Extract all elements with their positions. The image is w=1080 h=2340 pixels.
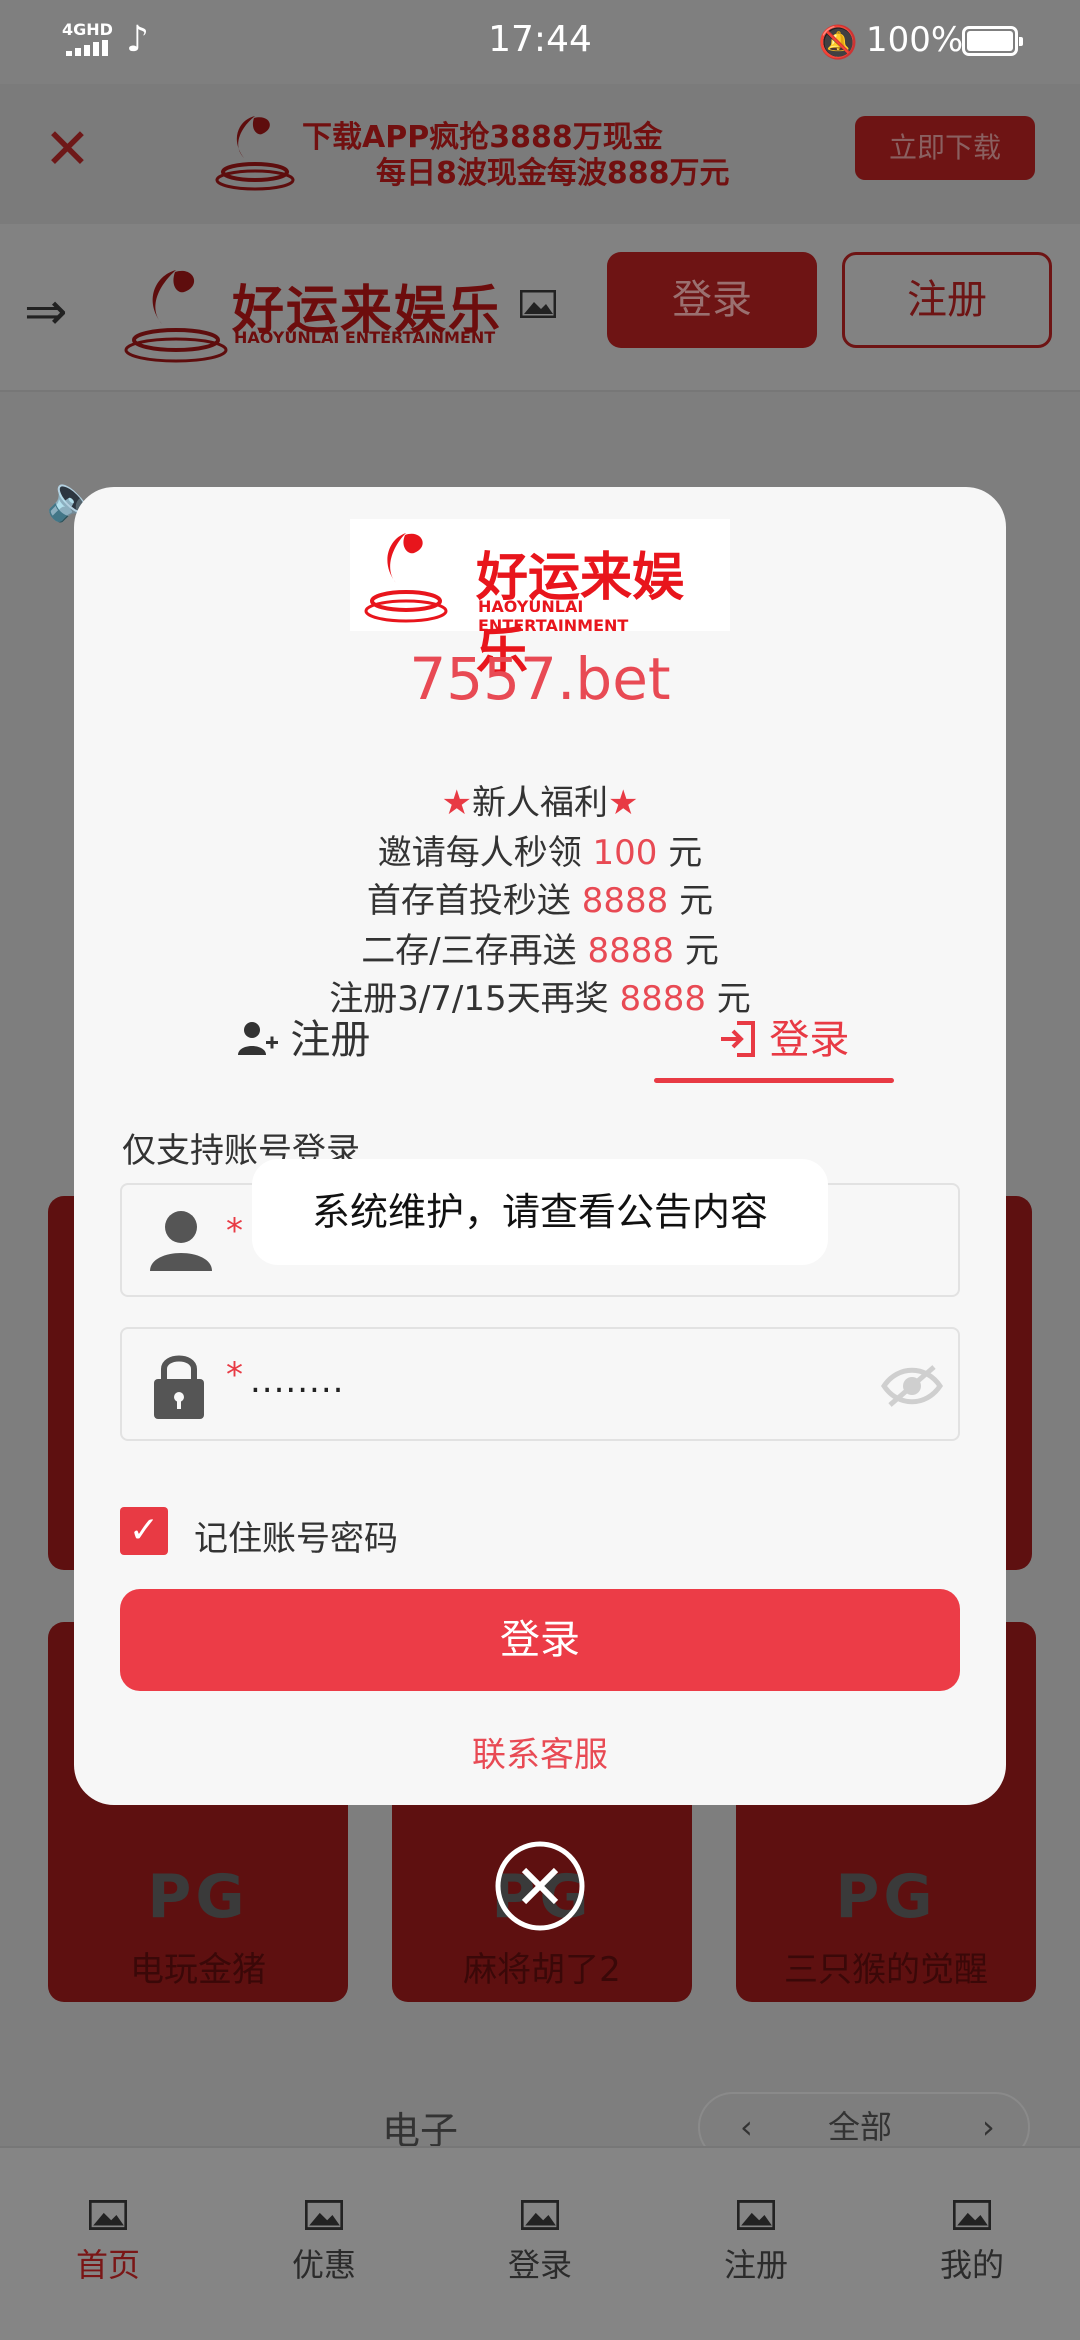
promo-line: 首存首投秒送 8888 元: [366, 881, 714, 921]
tab-label: 优惠: [291, 2246, 356, 2284]
battery-icon: [962, 26, 1023, 56]
required-mark: *: [226, 1211, 243, 1251]
star-icon: ★: [441, 783, 472, 823]
promo-title: ★新人福利★: [441, 783, 639, 823]
tab-mine[interactable]: 我的: [902, 2200, 1042, 2286]
tab-label: 我的: [939, 2246, 1004, 2284]
tab-home[interactable]: 首页: [38, 2200, 178, 2286]
tab-register[interactable]: 注册: [686, 2200, 826, 2286]
tab-promotions[interactable]: 优惠: [254, 2200, 394, 2286]
maintenance-toast: 系统维护，请查看公告内容: [252, 1159, 828, 1265]
close-modal-icon[interactable]: [494, 1840, 586, 1932]
brand-logo-icon: [124, 270, 228, 363]
game-name: 三只猴的觉醒: [784, 1950, 988, 1990]
download-banner: ✕ 下载APP疯抢3888万现金 每日8波现金每波888万元 立即下载: [0, 84, 1080, 224]
bottom-tab-bar: 首页 优惠 登录 注册 我的: [0, 2146, 1080, 2340]
tab-label: 登录: [507, 2246, 572, 2284]
login-modal: 好运来娱乐 HAOYUNLAI ENTERTAINMENT 7557.bet ★…: [74, 487, 1006, 1805]
banner-line-2: 每日8波现金每波888万元: [376, 156, 730, 191]
bell-muted-icon: 🔕: [818, 23, 858, 61]
add-user-icon: [237, 1022, 278, 1055]
image-placeholder-icon: [89, 2200, 127, 2230]
promo-line: 二存/三存再送 8888 元: [361, 931, 719, 971]
required-mark: *: [226, 1355, 243, 1395]
tab-label: 注册: [723, 2246, 788, 2284]
modal-logo: 好运来娱乐 HAOYUNLAI ENTERTAINMENT: [350, 519, 730, 683]
password-value: ........: [250, 1361, 345, 1401]
password-field[interactable]: * ........: [120, 1327, 960, 1441]
brand-logo-icon: [364, 533, 448, 623]
top-nav: ⇒ 好运来娱乐 HAOYUNLAI ENTERTAINMENT 登录 注册: [0, 224, 1080, 392]
tab-login[interactable]: 登录: [470, 2200, 610, 2286]
eye-hidden-icon[interactable]: [880, 1361, 944, 1411]
game-name: 电玩金猪: [130, 1950, 266, 1990]
tab-login-label: 登录: [769, 1017, 850, 1063]
sign-in-icon: [720, 1021, 755, 1057]
remember-checkbox[interactable]: ✓: [120, 1507, 168, 1555]
tab-register-label: 注册: [290, 1017, 371, 1063]
modal-brand-subtitle: HAOYUNLAI ENTERTAINMENT: [478, 597, 629, 635]
image-placeholder-icon: [520, 290, 556, 318]
koi-logo-icon: [215, 116, 295, 191]
brand-subtitle: HAOYUNLAI ENTERTAINMENT: [234, 328, 496, 347]
site-domain: 7557.bet: [409, 645, 671, 713]
promo-line: 邀请每人秒领 100 元: [377, 833, 703, 873]
game-badge: PG: [147, 1862, 249, 1932]
lock-icon: [154, 1355, 204, 1419]
tab-register[interactable]: 注册: [154, 1005, 454, 1095]
battery-percent: 100%: [866, 20, 964, 60]
contact-support-link[interactable]: 联系客服: [74, 1727, 1006, 1776]
star-icon: ★: [608, 783, 639, 823]
game-name: 麻将胡了2: [463, 1950, 621, 1990]
active-tab-indicator: [654, 1078, 894, 1083]
download-now-button[interactable]: 立即下载: [855, 116, 1035, 180]
image-placeholder-icon: [305, 2200, 343, 2230]
game-badge: PG: [835, 1862, 937, 1932]
image-placeholder-icon: [737, 2200, 775, 2230]
login-submit-button[interactable]: 登录: [120, 1589, 960, 1691]
image-placeholder-icon: [953, 2200, 991, 2230]
tab-label: 首页: [75, 2246, 140, 2284]
menu-arrow-icon[interactable]: ⇒: [24, 286, 68, 338]
remember-label[interactable]: 记住账号密码: [194, 1511, 398, 1560]
status-bar: 4GHD ♪ 17:44 🔕 100%: [0, 0, 1080, 84]
header-register-button[interactable]: 注册: [842, 252, 1052, 348]
image-placeholder-icon: [521, 2200, 559, 2230]
auth-tabs: 注册 登录: [74, 1005, 1006, 1095]
user-icon: [150, 1211, 212, 1271]
tab-login[interactable]: 登录: [634, 1005, 934, 1095]
header-login-button[interactable]: 登录: [607, 252, 817, 348]
banner-close-icon[interactable]: ✕: [44, 120, 91, 180]
